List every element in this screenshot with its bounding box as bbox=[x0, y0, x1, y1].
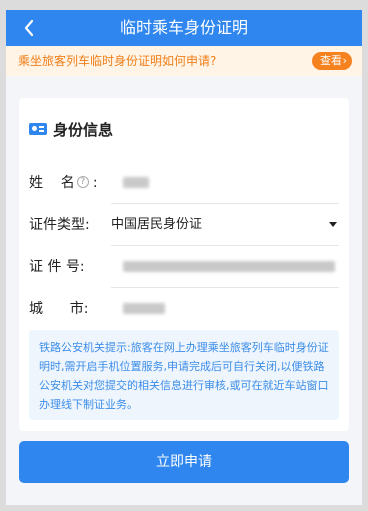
id-type-select[interactable]: 中国居民身份证 bbox=[111, 204, 202, 246]
card-heading: 身份信息 bbox=[53, 120, 114, 139]
city-value-redacted bbox=[123, 303, 165, 314]
id-number-label: 证 件 号: bbox=[29, 259, 85, 275]
card-header: 身份信息 bbox=[29, 118, 113, 140]
nav-bar: 临时乘车身份证明 bbox=[6, 10, 362, 46]
chevron-left-icon bbox=[24, 19, 34, 37]
page-title: 临时乘车身份证明 bbox=[119, 18, 248, 37]
id-number-row[interactable]: 证 件 号: bbox=[29, 246, 339, 288]
name-row[interactable]: 姓 名?: bbox=[29, 162, 339, 204]
city-row[interactable]: 城 市: bbox=[29, 288, 339, 330]
question-circle-icon[interactable]: ? bbox=[76, 176, 89, 188]
app-frame: 临时乘车身份证明 乘坐旅客列车临时身份证明如何申请? 查看 › 身份信息 姓 名… bbox=[6, 10, 362, 505]
name-label: 姓 名?: bbox=[29, 162, 98, 204]
id-type-label: 证件类型: bbox=[29, 217, 90, 233]
identity-card: 身份信息 姓 名?: 证件类型: 中国居民身份证 证 件 号: 城 市: 铁路公… bbox=[19, 98, 349, 431]
view-button[interactable]: 查看 › bbox=[312, 52, 352, 70]
name-label-colon: : bbox=[92, 175, 98, 191]
notice-banner[interactable]: 乘坐旅客列车临时身份证明如何申请? 查看 › bbox=[6, 46, 362, 76]
police-hint: 铁路公安机关提示:旅客在网上办理乘坐旅客列车临时身份证明时,需开启手机位置服务,… bbox=[29, 330, 339, 420]
city-label: 城 市: bbox=[29, 301, 89, 317]
caret-down-icon[interactable] bbox=[329, 222, 337, 227]
name-label-text: 姓 名 bbox=[29, 175, 75, 191]
id-card-icon bbox=[29, 123, 47, 135]
id-number-value-redacted bbox=[123, 261, 335, 272]
back-button[interactable] bbox=[16, 15, 42, 41]
name-value-redacted bbox=[123, 177, 149, 188]
chevron-right-icon: › bbox=[342, 54, 347, 67]
view-button-label: 查看 bbox=[320, 54, 342, 67]
id-type-row[interactable]: 证件类型: 中国居民身份证 bbox=[29, 204, 339, 246]
notice-text: 乘坐旅客列车临时身份证明如何申请? bbox=[18, 54, 217, 68]
submit-button[interactable]: 立即申请 bbox=[19, 441, 349, 483]
